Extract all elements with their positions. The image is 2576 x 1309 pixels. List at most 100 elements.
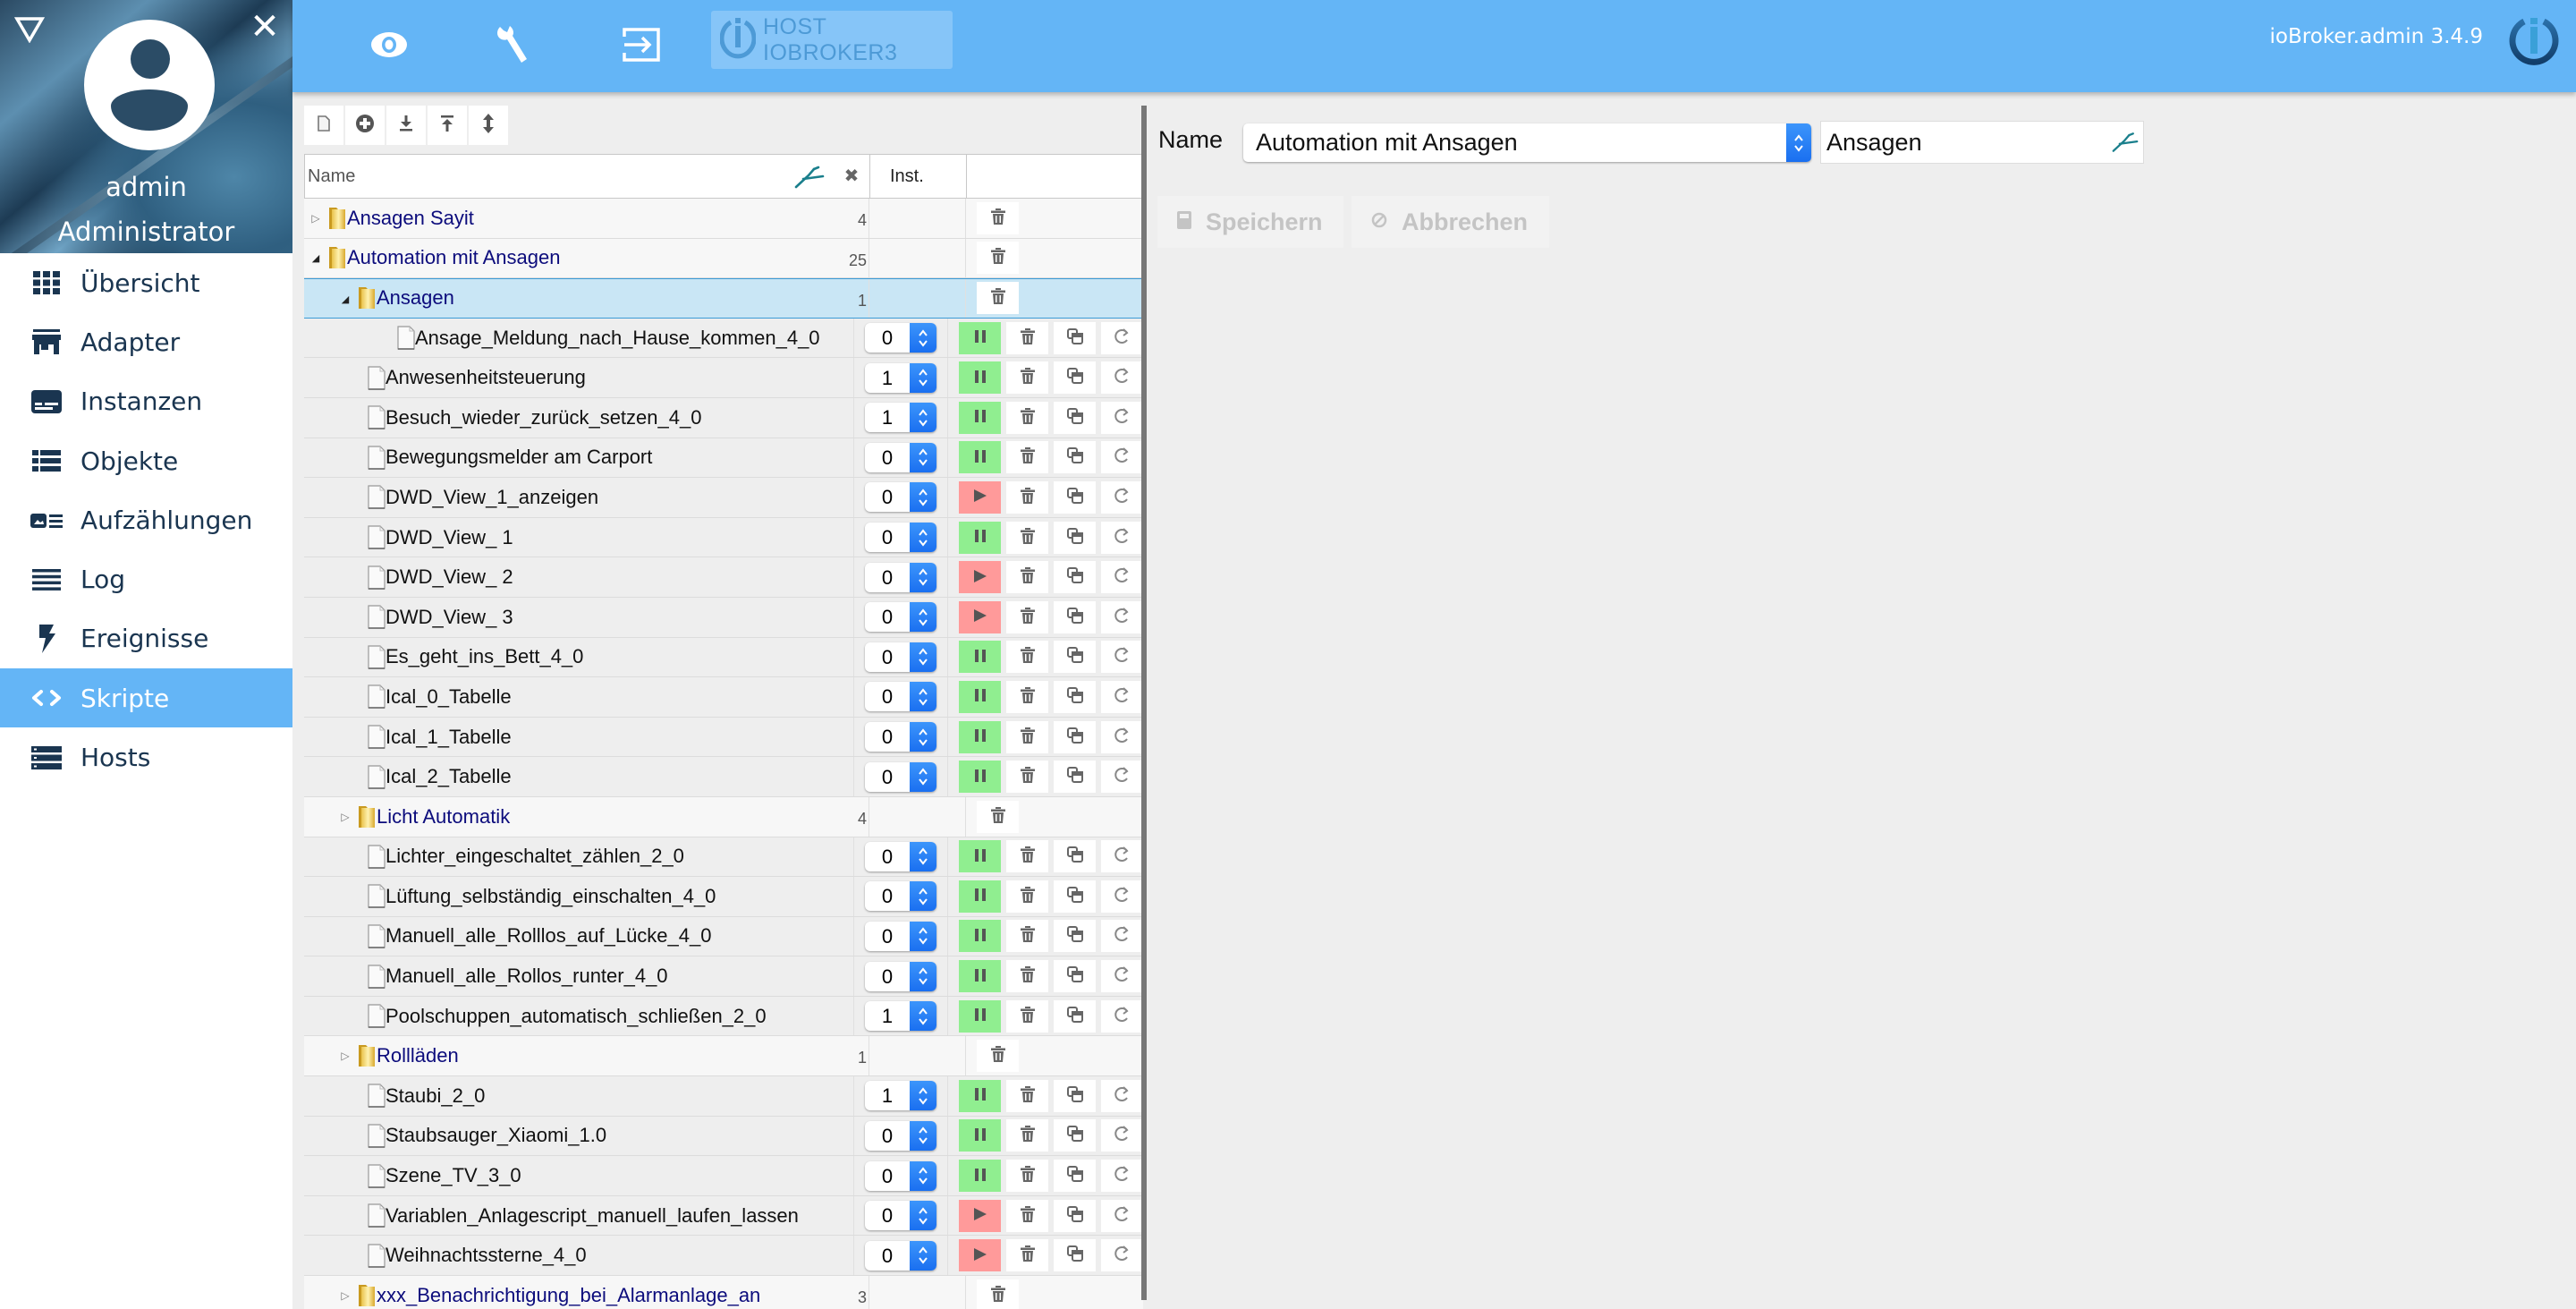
pause-script-button[interactable] bbox=[959, 761, 1001, 794]
pause-script-button[interactable] bbox=[959, 1119, 1001, 1152]
delete-script-button[interactable] bbox=[1006, 321, 1048, 354]
script-row[interactable]: Ansage_Meldung_nach_Hause_kommen_4_0 0 bbox=[304, 318, 1143, 359]
logout-icon[interactable] bbox=[616, 20, 666, 70]
instance-select[interactable]: 0 bbox=[864, 961, 936, 991]
copy-script-button[interactable] bbox=[1054, 720, 1096, 753]
copy-script-button[interactable] bbox=[1054, 1119, 1096, 1152]
instance-select[interactable]: 0 bbox=[864, 602, 936, 633]
copy-script-button[interactable] bbox=[1054, 1239, 1096, 1272]
copy-script-button[interactable] bbox=[1054, 999, 1096, 1033]
script-row[interactable]: Anwesenheitsteuerung 1 bbox=[304, 358, 1143, 398]
export-button[interactable] bbox=[428, 106, 467, 145]
script-row[interactable]: Manuell_alle_Rollos_runter_4_0 0 bbox=[304, 956, 1143, 997]
pause-script-button[interactable] bbox=[959, 960, 1001, 993]
copy-script-button[interactable] bbox=[1054, 600, 1096, 633]
export-script-button[interactable] bbox=[1101, 960, 1143, 993]
delete-script-button[interactable] bbox=[1006, 401, 1048, 434]
export-script-button[interactable] bbox=[1101, 1119, 1143, 1152]
instance-select[interactable]: 0 bbox=[864, 442, 936, 472]
start-script-button[interactable] bbox=[959, 1199, 1001, 1232]
delete-script-button[interactable] bbox=[1006, 641, 1048, 674]
triangle-down-icon[interactable] bbox=[13, 16, 46, 44]
copy-script-button[interactable] bbox=[1054, 521, 1096, 554]
copy-script-button[interactable] bbox=[1054, 761, 1096, 794]
host-selector-button[interactable]: HOST IOBROKER3 bbox=[711, 11, 953, 69]
pause-script-button[interactable] bbox=[959, 840, 1001, 873]
menu-item-adapter[interactable]: Adapter bbox=[0, 312, 292, 371]
copy-script-button[interactable] bbox=[1054, 480, 1096, 514]
pause-script-button[interactable] bbox=[959, 641, 1001, 674]
pause-script-button[interactable] bbox=[959, 401, 1001, 434]
expanded-arrow-icon[interactable]: ◢ bbox=[339, 292, 352, 306]
export-script-button[interactable] bbox=[1101, 999, 1143, 1033]
pause-script-button[interactable] bbox=[959, 1079, 1001, 1112]
new-script-button[interactable] bbox=[304, 106, 343, 145]
folder-row[interactable]: ◢ Automation mit Ansagen 25 bbox=[304, 238, 1143, 279]
filter-icon[interactable] bbox=[794, 166, 825, 189]
pause-script-button[interactable] bbox=[959, 361, 1001, 395]
add-folder-button[interactable] bbox=[345, 106, 385, 145]
delete-script-button[interactable] bbox=[1006, 720, 1048, 753]
menu-item-log[interactable]: Log bbox=[0, 549, 292, 608]
export-script-button[interactable] bbox=[1101, 840, 1143, 873]
save-button[interactable]: Speichern bbox=[1157, 196, 1343, 248]
export-script-button[interactable] bbox=[1101, 1239, 1143, 1272]
folder-row[interactable]: ▷ xxx_Benachrichtigung_bei_Alarmanlage_an… bbox=[304, 1276, 1143, 1309]
instance-select[interactable]: 0 bbox=[864, 722, 936, 752]
delete-script-button[interactable] bbox=[1006, 1239, 1048, 1272]
collapsed-arrow-icon[interactable]: ▷ bbox=[339, 1049, 352, 1063]
export-script-button[interactable] bbox=[1101, 641, 1143, 674]
pause-script-button[interactable] bbox=[959, 521, 1001, 554]
copy-script-button[interactable] bbox=[1054, 1199, 1096, 1232]
delete-script-button[interactable] bbox=[1006, 761, 1048, 794]
script-row[interactable]: Poolschuppen_automatisch_schließen_2_0 1 bbox=[304, 996, 1143, 1037]
export-script-button[interactable] bbox=[1101, 1199, 1143, 1232]
menu-item-skripte[interactable]: Skripte bbox=[0, 668, 292, 728]
instance-select[interactable]: 0 bbox=[864, 921, 936, 951]
export-script-button[interactable] bbox=[1101, 480, 1143, 514]
script-row[interactable]: Ical_2_Tabelle 0 bbox=[304, 757, 1143, 797]
script-row[interactable]: Bewegungsmelder am Carport 0 bbox=[304, 438, 1143, 479]
cancel-button[interactable]: Abbrechen bbox=[1352, 196, 1549, 248]
instance-select[interactable]: 0 bbox=[864, 841, 936, 871]
instance-select[interactable]: 0 bbox=[864, 1240, 936, 1271]
menu-item-instanzen[interactable]: Instanzen bbox=[0, 372, 292, 431]
script-row[interactable]: Staubi_2_0 1 bbox=[304, 1076, 1143, 1117]
copy-script-button[interactable] bbox=[1054, 960, 1096, 993]
start-script-button[interactable] bbox=[959, 561, 1001, 594]
delete-script-button[interactable] bbox=[1006, 521, 1048, 554]
copy-script-button[interactable] bbox=[1054, 840, 1096, 873]
pause-script-button[interactable] bbox=[959, 321, 1001, 354]
script-row[interactable]: Ical_0_Tabelle 0 bbox=[304, 677, 1143, 718]
collapsed-arrow-icon[interactable]: ▷ bbox=[339, 810, 352, 824]
export-script-button[interactable] bbox=[1101, 441, 1143, 474]
export-script-button[interactable] bbox=[1101, 1160, 1143, 1193]
script-row[interactable]: Manuell_alle_Rolllos_auf_Lücke_4_0 0 bbox=[304, 916, 1143, 957]
delete-script-button[interactable] bbox=[1006, 680, 1048, 713]
delete-folder-button[interactable] bbox=[977, 1040, 1019, 1073]
export-script-button[interactable] bbox=[1101, 920, 1143, 953]
export-script-button[interactable] bbox=[1101, 720, 1143, 753]
export-script-button[interactable] bbox=[1101, 880, 1143, 913]
copy-script-button[interactable] bbox=[1054, 880, 1096, 913]
script-row[interactable]: Lichter_eingeschaltet_zählen_2_0 0 bbox=[304, 837, 1143, 878]
export-script-button[interactable] bbox=[1101, 521, 1143, 554]
delete-script-button[interactable] bbox=[1006, 1199, 1048, 1232]
script-row[interactable]: Lüftung_selbständig_einschalten_4_0 0 bbox=[304, 877, 1143, 917]
instance-select[interactable]: 0 bbox=[864, 482, 936, 513]
instance-select[interactable]: 1 bbox=[864, 403, 936, 433]
delete-script-button[interactable] bbox=[1006, 1160, 1048, 1193]
script-row[interactable]: Ical_1_Tabelle 0 bbox=[304, 717, 1143, 758]
delete-folder-button[interactable] bbox=[977, 1279, 1019, 1309]
instance-select[interactable]: 1 bbox=[864, 1081, 936, 1111]
export-script-button[interactable] bbox=[1101, 561, 1143, 594]
instance-select[interactable]: 0 bbox=[864, 1160, 936, 1191]
delete-script-button[interactable] bbox=[1006, 840, 1048, 873]
delete-script-button[interactable] bbox=[1006, 920, 1048, 953]
name-input[interactable]: Ansagen bbox=[1820, 121, 2144, 164]
pause-script-button[interactable] bbox=[959, 999, 1001, 1033]
script-row[interactable]: DWD_View_ 2 0 bbox=[304, 557, 1143, 598]
copy-script-button[interactable] bbox=[1054, 321, 1096, 354]
copy-script-button[interactable] bbox=[1054, 641, 1096, 674]
script-row[interactable]: Variablen_Anlagescript_manuell_laufen_la… bbox=[304, 1195, 1143, 1237]
